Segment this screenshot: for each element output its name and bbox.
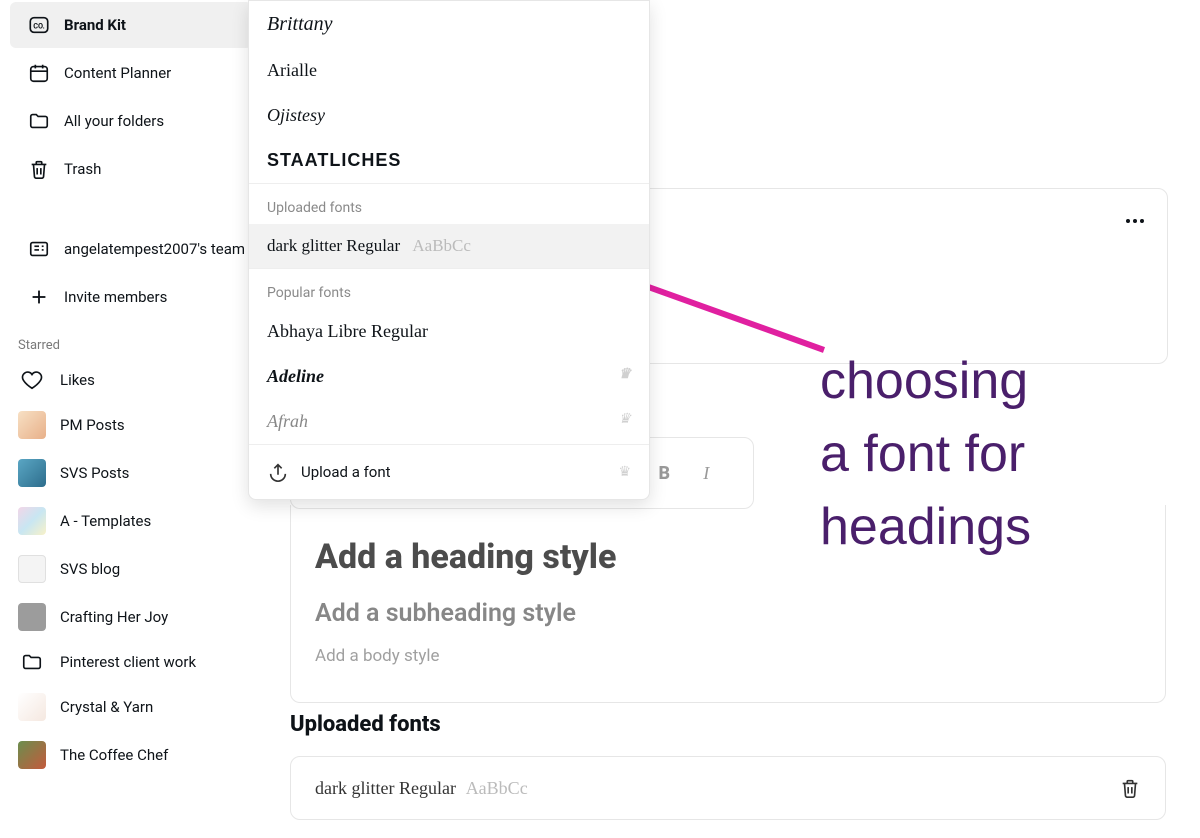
starred-item-label: Likes (60, 371, 95, 389)
starred-item-a-templates[interactable]: A - Templates (0, 497, 262, 545)
bold-button[interactable]: B (650, 463, 678, 484)
font-option-staatliches[interactable]: Staatliches (249, 138, 649, 183)
font-dropdown: Brittany Arialle Ojistesy Staatliches Up… (248, 0, 650, 500)
annotation-text: choosing a font for headings (820, 345, 1031, 563)
crown-icon: ♛ (618, 411, 631, 428)
starred-item-label: The Coffee Chef (60, 746, 168, 764)
heart-icon (18, 369, 46, 391)
sidebar-item-label: All your folders (64, 112, 164, 130)
starred-item-label: Crafting Her Joy (60, 608, 168, 626)
sidebar-item-label: Invite members (64, 288, 167, 306)
dropdown-section-popular: Popular fonts (249, 269, 649, 309)
crown-icon: ♛ (618, 464, 631, 480)
plus-icon (28, 286, 50, 308)
font-option-adeline[interactable]: Adeline ♛ (249, 354, 649, 399)
uploaded-font-row: dark glitter Regular AaBbCc (290, 756, 1166, 820)
thumbnail-icon (18, 459, 46, 487)
starred-item-pm-posts[interactable]: PM Posts (0, 401, 262, 449)
starred-item-label: SVS blog (60, 560, 120, 578)
font-option-dark-glitter[interactable]: dark glitter Regular AaBbCc (249, 224, 649, 268)
sidebar-item-brand-kit[interactable]: CO. Brand Kit (10, 2, 252, 48)
starred-item-likes[interactable]: Likes (0, 359, 262, 401)
thumbnail-icon (18, 411, 46, 439)
thumbnail-icon (18, 693, 46, 721)
sidebar-item-content-planner[interactable]: Content Planner (10, 50, 252, 96)
upload-font-button[interactable]: Upload a font ♛ (249, 444, 649, 499)
sidebar-item-trash[interactable]: Trash (10, 146, 252, 192)
uploaded-fonts-heading: Uploaded fonts (290, 712, 441, 737)
font-option-sample: AaBbCc (412, 236, 471, 255)
font-option-afrah[interactable]: Afrah ♛ (249, 399, 649, 444)
dropdown-section-uploaded: Uploaded fonts (249, 184, 649, 224)
folder-icon (28, 110, 50, 132)
body-style-row[interactable]: Add a body style (315, 638, 1141, 674)
font-option-name: dark glitter Regular (267, 236, 400, 255)
subheading-style-row[interactable]: Add a subheading style (315, 589, 1141, 638)
thumbnail-icon (18, 741, 46, 769)
text-styles-panel: Add a heading style Add a subheading sty… (290, 505, 1166, 703)
delete-font-button[interactable] (1119, 777, 1141, 799)
starred-section-label: Starred (0, 322, 262, 359)
svg-text:CO.: CO. (33, 22, 45, 31)
font-option-brittany[interactable]: Brittany (249, 1, 649, 48)
more-button[interactable] (1123, 209, 1147, 233)
sidebar-item-label: Brand Kit (64, 16, 126, 34)
sidebar-item-label: angelatempest2007's team (64, 240, 245, 258)
starred-item-svs-blog[interactable]: SVS blog (0, 545, 262, 593)
starred-item-coffee-chef[interactable]: The Coffee Chef (0, 731, 262, 779)
starred-item-label: Crystal & Yarn (60, 698, 153, 716)
thumbnail-icon (18, 555, 46, 583)
thumbnail-icon (18, 507, 46, 535)
folder-icon (18, 651, 46, 673)
sidebar-item-invite[interactable]: Invite members (10, 274, 252, 320)
uploaded-font-name: dark glitter Regular (315, 778, 456, 798)
font-option-abhaya[interactable]: Abhaya Libre Regular (249, 309, 649, 354)
starred-item-label: PM Posts (60, 416, 125, 434)
crown-icon: ♛ (618, 366, 631, 383)
sidebar-item-all-folders[interactable]: All your folders (10, 98, 252, 144)
sidebar-item-label: Content Planner (64, 64, 171, 82)
brand-kit-icon: CO. (28, 14, 50, 36)
italic-button[interactable]: I (692, 463, 720, 484)
starred-item-pinterest-client[interactable]: Pinterest client work (0, 641, 262, 683)
font-option-ojistesy[interactable]: Ojistesy (249, 93, 649, 138)
sidebar: CO. Brand Kit Content Planner All your f… (0, 0, 262, 838)
starred-item-svs-posts[interactable]: SVS Posts (0, 449, 262, 497)
starred-item-label: Pinterest client work (60, 653, 196, 671)
trash-icon (28, 158, 50, 180)
starred-item-label: A - Templates (60, 512, 151, 530)
starred-item-label: SVS Posts (60, 464, 129, 482)
calendar-icon (28, 62, 50, 84)
starred-item-crystal-yarn[interactable]: Crystal & Yarn (0, 683, 262, 731)
upload-font-label: Upload a font (301, 463, 391, 481)
starred-item-crafting-her-joy[interactable]: Crafting Her Joy (0, 593, 262, 641)
thumbnail-icon (18, 603, 46, 631)
font-option-arialle[interactable]: Arialle (249, 48, 649, 93)
upload-icon (267, 461, 289, 483)
sidebar-item-label: Trash (64, 160, 101, 178)
uploaded-font-sample: AaBbCc (466, 778, 528, 798)
sidebar-item-team[interactable]: angelatempest2007's team (10, 226, 252, 272)
team-icon (28, 238, 50, 260)
